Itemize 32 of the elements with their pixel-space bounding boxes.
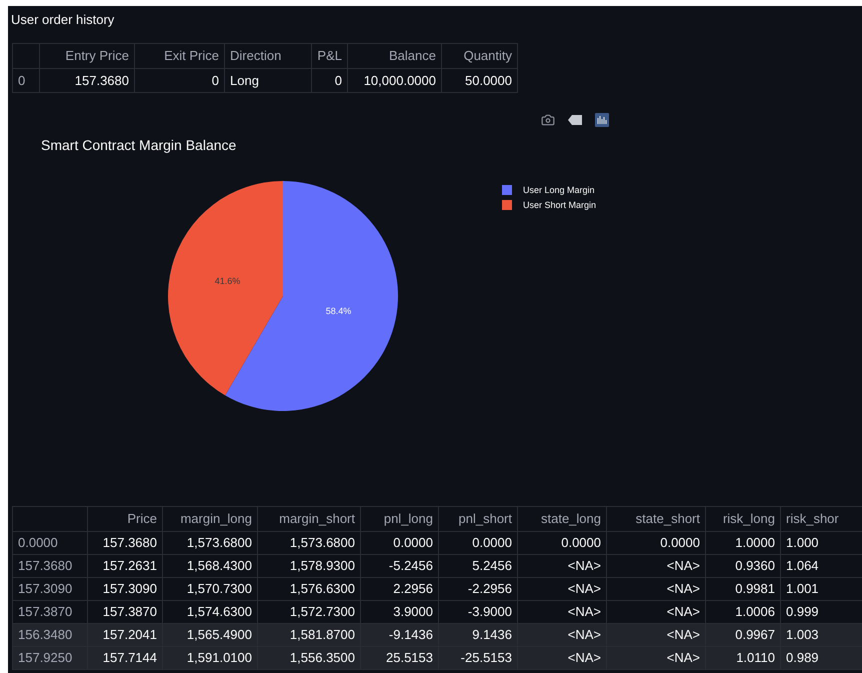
table-cell: 50.0000 bbox=[442, 69, 518, 93]
table-cell: 0 bbox=[312, 69, 348, 93]
table-cell: <NA> bbox=[518, 647, 607, 670]
slice-label: 41.6% bbox=[214, 276, 240, 286]
table-cell: -25.5153 bbox=[439, 647, 518, 670]
slice-label: 58.4% bbox=[326, 306, 352, 316]
table-cell: 25.5153 bbox=[361, 647, 439, 670]
table-cell: 0 bbox=[135, 69, 225, 93]
section-title: User order history bbox=[10, 11, 114, 28]
legend-label: User Long Margin bbox=[523, 184, 595, 196]
chart-title: Smart Contract Margin Balance bbox=[41, 137, 236, 154]
column-header: Exit Price bbox=[135, 44, 225, 69]
table-cell: 157.3680 bbox=[40, 69, 135, 93]
table-cell: <NA> bbox=[607, 647, 706, 670]
legend-label: User Short Margin bbox=[523, 199, 596, 211]
column-header: P&L bbox=[312, 44, 348, 69]
column-header: Entry Price bbox=[40, 44, 135, 69]
camera-icon[interactable] bbox=[541, 113, 555, 127]
table-cell: Long bbox=[225, 69, 312, 93]
table-cell: 0.989 bbox=[781, 647, 862, 670]
bar-chart-icon[interactable] bbox=[595, 113, 609, 127]
table-cell: 157.7144 bbox=[88, 647, 163, 670]
row-index: 157.9250 bbox=[13, 647, 88, 670]
table-cell: 10,000.0000 bbox=[348, 69, 442, 93]
column-header: Balance bbox=[348, 44, 442, 69]
column-header: Quantity bbox=[442, 44, 518, 69]
table-cell: 1,591.0100 bbox=[163, 647, 258, 670]
table-cell: 1,556.3500 bbox=[258, 647, 361, 670]
table-cell: 1.0110 bbox=[706, 647, 781, 670]
column-header: Direction bbox=[225, 44, 312, 69]
row-index: 0 bbox=[13, 69, 40, 93]
tag-icon[interactable] bbox=[568, 115, 582, 125]
